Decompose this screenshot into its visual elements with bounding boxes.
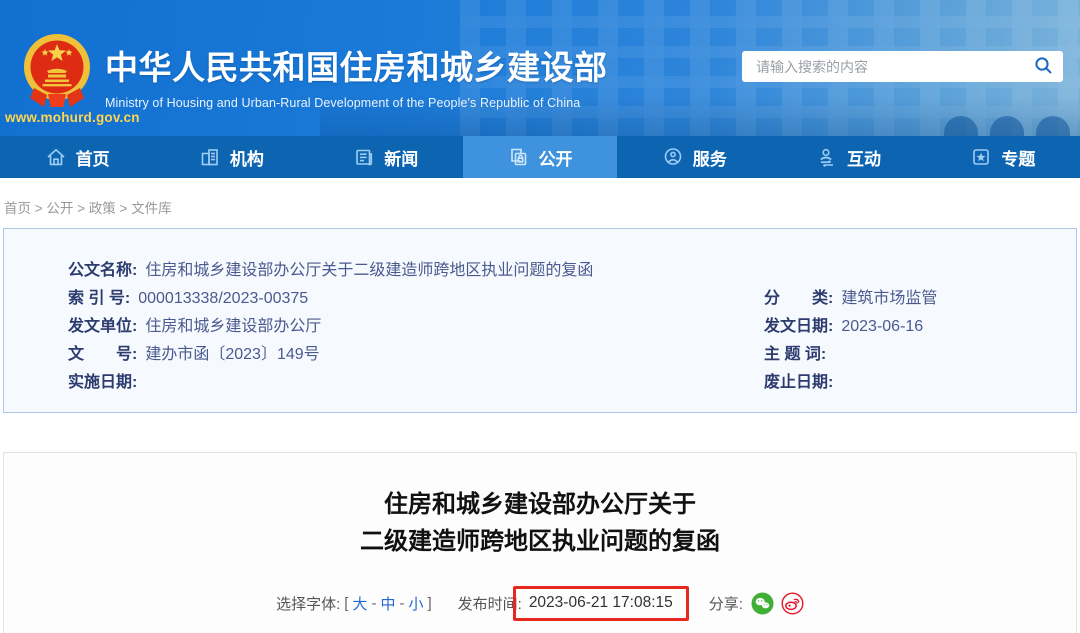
home-icon <box>45 146 67 168</box>
doc-row: 发文单位: 住房和城乡建设部办公厅 发文日期: 2023-06-16 <box>68 310 1076 338</box>
font-size-selector: 选择字体: [ 大 - 中 - 小 ] <box>276 593 432 614</box>
doc-row: 索 引 号: 000013338/2023-00375 分 类: 建筑市场监管 <box>68 282 1076 310</box>
publish-time-value: 2023-06-21 17:08:15 <box>528 594 673 611</box>
font-selector-label: 选择字体: <box>276 596 341 613</box>
interaction-icon <box>816 146 838 168</box>
services-icon <box>662 146 684 168</box>
doc-row: 实施日期: 废止日期: <box>68 366 1076 394</box>
search-input[interactable] <box>756 58 1034 75</box>
font-size-small-link[interactable]: 小 <box>408 593 423 614</box>
separator: - <box>399 595 405 612</box>
nav-item-home[interactable]: 首页 <box>0 136 154 178</box>
field-value: 建筑市场监管 <box>841 290 938 307</box>
page: www.mohurd.gov.cn 中华人民共和国住房和城乡建设部 Minist… <box>0 0 1080 633</box>
ministry-title-en: Ministry of Housing and Urban-Rural Deve… <box>105 96 581 110</box>
share-weibo-button[interactable] <box>781 592 804 615</box>
nav-item-topics[interactable]: 专题 <box>926 136 1080 178</box>
disclosure-icon <box>507 146 529 168</box>
header-arches-decoration <box>944 116 1070 136</box>
news-icon <box>353 146 375 168</box>
field-label: 主 题 词: <box>764 346 827 363</box>
nav-item-services[interactable]: 服务 <box>617 136 771 178</box>
share-label: 分享: <box>708 596 743 613</box>
field-value: 建办市函〔2023〕149号 <box>145 346 320 363</box>
organization-icon <box>199 146 221 168</box>
article-title: 住房和城乡建设部办公厅关于 二级建造师跨地区执业问题的复函 <box>4 486 1076 560</box>
field-label: 公文名称: <box>68 262 138 279</box>
field-repeal-date: 废止日期: <box>764 368 1076 392</box>
article-meta-bar: 选择字体: [ 大 - 中 - 小 ] 发布时间: 2023-06-21 17:… <box>4 586 1076 621</box>
doc-row: 文 号: 建办市函〔2023〕149号 主 题 词: <box>68 338 1076 366</box>
field-value: 住房和城乡建设部办公厅关于二级建造师跨地区执业问题的复函 <box>145 262 594 279</box>
publish-time-highlight-box: 2023-06-21 17:08:15 <box>512 586 689 621</box>
bracket-open: [ <box>344 595 349 612</box>
nav-label: 专题 <box>1001 149 1036 169</box>
search-button[interactable] <box>1034 56 1053 78</box>
share-icons <box>751 592 804 615</box>
nav-label: 新闻 <box>384 149 419 169</box>
nav-item-disclosure[interactable]: 公开 <box>462 136 618 178</box>
font-size-large-link[interactable]: 大 <box>352 593 367 614</box>
site-header: www.mohurd.gov.cn 中华人民共和国住房和城乡建设部 Minist… <box>0 0 1080 136</box>
nav-item-interaction[interactable]: 互动 <box>771 136 925 178</box>
field-doc-no: 文 号: 建办市函〔2023〕149号 <box>68 340 764 364</box>
field-index-no: 索 引 号: 000013338/2023-00375 <box>68 284 764 308</box>
breadcrumb[interactable]: 首页 > 公开 > 政策 > 文件库 <box>0 178 1080 228</box>
field-issue-date: 发文日期: 2023-06-16 <box>764 312 1076 336</box>
wechat-icon <box>751 592 774 615</box>
font-size-medium-link[interactable]: 中 <box>380 593 395 614</box>
nav-label: 服务 <box>692 149 727 169</box>
doc-row-name: 公文名称: 住房和城乡建设部办公厅关于二级建造师跨地区执业问题的复函 <box>68 254 1076 282</box>
field-label: 废止日期: <box>764 374 834 391</box>
field-label: 文 号: <box>68 346 138 363</box>
national-emblem-icon <box>22 31 92 115</box>
field-value: 住房和城乡建设部办公厅 <box>145 318 322 335</box>
topics-icon <box>970 146 992 168</box>
nav-item-news[interactable]: 新闻 <box>309 136 463 178</box>
share-wechat-button[interactable] <box>751 592 774 615</box>
separator: - <box>371 595 377 612</box>
nav-label: 机构 <box>229 149 264 169</box>
article-title-line2: 二级建造师跨地区执业问题的复函 <box>360 528 720 555</box>
field-issuer: 发文单位: 住房和城乡建设部办公厅 <box>68 312 764 336</box>
nav-label: 公开 <box>538 149 573 169</box>
field-category: 分 类: 建筑市场监管 <box>764 284 1076 308</box>
field-value: 2023-06-16 <box>841 318 924 335</box>
nav-label: 首页 <box>75 149 110 169</box>
site-url: www.mohurd.gov.cn <box>5 110 140 125</box>
field-label: 实施日期: <box>68 374 138 391</box>
field-impl-date: 实施日期: <box>68 368 764 392</box>
header-titles: 中华人民共和国住房和城乡建设部 Ministry of Housing and … <box>105 41 608 110</box>
field-value: 000013338/2023-00375 <box>138 290 309 307</box>
search-box <box>742 51 1063 82</box>
weibo-icon <box>781 592 804 615</box>
field-label: 发文单位: <box>68 318 138 335</box>
search-icon <box>1034 56 1053 78</box>
article-title-line1: 住房和城乡建设部办公厅关于 <box>384 491 696 518</box>
field-doc-name: 公文名称: 住房和城乡建设部办公厅关于二级建造师跨地区执业问题的复函 <box>68 256 593 280</box>
bracket-close: ] <box>427 595 432 612</box>
nav-item-organization[interactable]: 机构 <box>154 136 308 178</box>
article-card: 住房和城乡建设部办公厅关于 二级建造师跨地区执业问题的复函 选择字体: [ 大 … <box>3 452 1077 633</box>
main-nav: 首页 机构 新闻 公开 服务 互动 专题 <box>0 136 1080 178</box>
field-label: 索 引 号: <box>68 290 131 307</box>
field-label: 发文日期: <box>764 318 834 335</box>
document-info-box: 公文名称: 住房和城乡建设部办公厅关于二级建造师跨地区执业问题的复函 索 引 号… <box>3 228 1077 413</box>
field-subject: 主 题 词: <box>764 340 1076 364</box>
ministry-title-cn: 中华人民共和国住房和城乡建设部 <box>105 49 608 86</box>
nav-label: 互动 <box>847 149 882 169</box>
field-label: 分 类: <box>764 290 834 307</box>
